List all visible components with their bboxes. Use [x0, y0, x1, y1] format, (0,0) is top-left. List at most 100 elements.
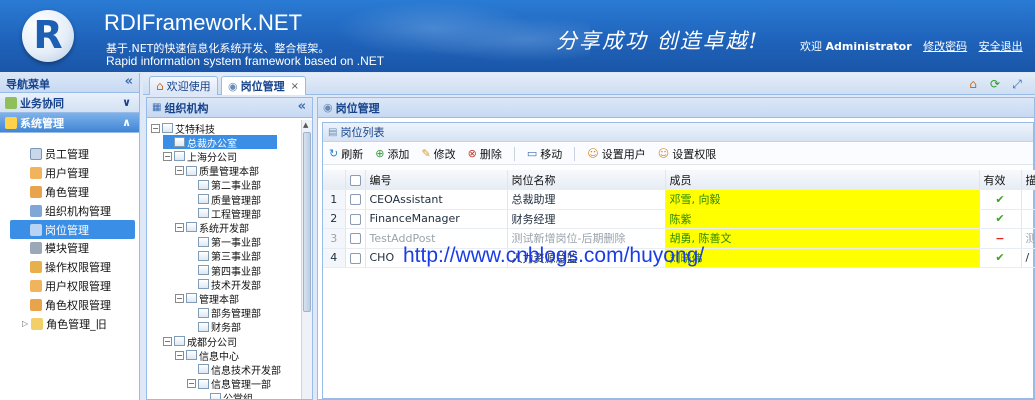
tree-node[interactable]: 质量管理部: [187, 192, 261, 207]
row-checkbox[interactable]: [349, 252, 361, 264]
cell-members: 陈紫: [665, 209, 980, 229]
department-icon: [198, 194, 209, 204]
tree-node[interactable]: − 艾特科技: [151, 121, 215, 136]
refresh-button[interactable]: ↻ 刷新: [329, 146, 363, 162]
row-select[interactable]: [345, 189, 366, 210]
nav-item-module[interactable]: 模块管理: [0, 239, 139, 258]
set-users-button[interactable]: ☺ 设置用户: [587, 146, 645, 162]
post-list-header: ▤ 岗位列表: [323, 123, 1033, 142]
department-icon: [198, 307, 209, 318]
home-icon[interactable]: ⌂: [965, 76, 981, 92]
delete-button[interactable]: ⊗ 删除: [468, 146, 502, 162]
nav-item-org[interactable]: 组织机构管理: [0, 201, 139, 220]
nav-item-role[interactable]: 角色管理: [0, 183, 139, 202]
tree-node[interactable]: − 信息管理一部: [187, 377, 271, 391]
collapse-toggle-icon[interactable]: −: [175, 350, 184, 360]
department-icon: [198, 321, 209, 332]
collapse-toggle-icon[interactable]: −: [175, 166, 184, 176]
column-header-members[interactable]: 成员: [665, 170, 980, 190]
nav-item-operation-permission[interactable]: 操作权限管理: [0, 258, 139, 277]
collapse-toggle-icon[interactable]: −: [151, 123, 160, 133]
nav-item-user[interactable]: 用户管理: [0, 164, 139, 183]
tree-node[interactable]: − 管理本部: [175, 291, 239, 306]
row-checkbox[interactable]: [349, 233, 361, 245]
edit-button[interactable]: ✎ 修改: [421, 146, 455, 162]
column-header-name[interactable]: 岗位名称: [507, 170, 666, 190]
tree-node-label: 财务部: [211, 323, 241, 335]
tree-node[interactable]: 公堂组: [199, 391, 253, 399]
app-header: R RDIFramework.NET 基于.NET的快速信息化系统开发、整合框架…: [0, 0, 1035, 72]
move-button[interactable]: ▭ 移动: [527, 146, 562, 162]
row-checkbox[interactable]: [349, 194, 361, 206]
tree-node[interactable]: 财务部: [187, 320, 241, 334]
nav-item-role-old[interactable]: ▷ 角色管理_旧: [0, 314, 139, 333]
tree-node[interactable]: 第一事业部: [187, 235, 261, 249]
tree-node[interactable]: 第二事业部: [187, 178, 261, 192]
navigation-panel: 导航菜单 « 业务协同 ∨ 系统管理 ∧ 员工管理 用户管理 角色管理 组织机构…: [0, 73, 140, 400]
username: Administrator: [825, 40, 912, 53]
tree-node[interactable]: − 上海分公司: [163, 149, 237, 164]
collapse-toggle-icon[interactable]: −: [175, 222, 184, 232]
close-icon[interactable]: ×: [291, 81, 299, 92]
select-all-header[interactable]: [345, 170, 366, 190]
tree-node[interactable]: 技术开发部: [187, 277, 261, 292]
collapse-toggle-icon[interactable]: −: [175, 293, 184, 303]
tree-node[interactable]: − 信息中心: [175, 348, 239, 363]
collapse-org-button[interactable]: «: [298, 99, 306, 114]
select-all-checkbox[interactable]: [349, 174, 361, 186]
add-button[interactable]: ⊕ 添加: [375, 146, 409, 162]
row-select[interactable]: [345, 209, 366, 229]
button-label: 添加: [387, 147, 410, 161]
scroll-up-icon[interactable]: ▲: [303, 121, 308, 129]
nav-item-employee[interactable]: 员工管理: [0, 145, 139, 164]
nav-item-role-permission[interactable]: 角色权限管理: [0, 295, 139, 314]
tree-node[interactable]: 工程管理部: [187, 206, 261, 221]
nav-title: 导航菜单: [6, 78, 50, 91]
table-row[interactable]: 2 FinanceManager 财务经理 陈紫 ✔: [323, 209, 1035, 229]
tab-post-management[interactable]: ◉ 岗位管理 ×: [221, 76, 306, 95]
fullscreen-icon[interactable]: ⤢: [1009, 76, 1025, 92]
department-icon: [174, 137, 185, 148]
org-tree-scrollbar[interactable]: ▲: [301, 120, 312, 399]
lightning-icon: [5, 116, 17, 129]
tree-node[interactable]: 第三事业部: [187, 249, 261, 263]
nav-item-post[interactable]: 岗位管理: [10, 220, 135, 239]
refresh-icon[interactable]: ⟳: [987, 76, 1003, 92]
collapse-toggle-icon[interactable]: −: [187, 379, 196, 389]
tree-node[interactable]: 信息技术开发部: [187, 362, 281, 377]
row-select[interactable]: [345, 248, 366, 268]
tree-node[interactable]: 第四事业部: [187, 263, 261, 278]
tree-node-label: 工程管理部: [211, 209, 261, 221]
nav-item-label: 角色管理_旧: [46, 317, 107, 331]
tree-node[interactable]: 总裁办公室: [163, 135, 277, 150]
nav-group-system[interactable]: 系统管理 ∧: [0, 113, 139, 133]
nav-item-label: 模块管理: [45, 242, 89, 256]
row-select[interactable]: [345, 228, 366, 249]
column-header-code[interactable]: 编号: [365, 170, 508, 190]
scroll-thumb[interactable]: [303, 132, 311, 312]
change-password-link[interactable]: 修改密码: [923, 40, 967, 53]
org-icon: [174, 336, 185, 346]
collapse-toggle-icon[interactable]: −: [163, 151, 172, 161]
department-icon: [186, 165, 197, 176]
column-header-valid[interactable]: 有效: [979, 170, 1022, 190]
tree-node[interactable]: − 成都分公司: [163, 334, 237, 349]
post-panel-title: 岗位管理: [335, 101, 380, 115]
tree-node[interactable]: − 质量管理本部: [175, 164, 259, 178]
nav-item-user-permission[interactable]: 用户权限管理: [0, 277, 139, 296]
cell-code: CEOAssistant: [365, 189, 508, 210]
table-row[interactable]: 1 CEOAssistant 总裁助理 邓雪, 向毅 ✔: [323, 189, 1035, 210]
collapse-toggle-icon[interactable]: −: [163, 336, 172, 346]
row-checkbox[interactable]: [349, 213, 361, 225]
set-permissions-button[interactable]: ☺ 设置权限: [658, 146, 716, 162]
tree-node-label: 上海分公司: [187, 152, 237, 164]
collapse-nav-button[interactable]: «: [125, 74, 133, 89]
tab-welcome[interactable]: ⌂ 欢迎使用: [149, 76, 218, 95]
post-icon: ◉: [323, 101, 333, 114]
column-header-desc[interactable]: 描: [1021, 170, 1035, 190]
tab-tools: ⌂ ⟳ ⤢: [965, 76, 1025, 92]
tree-node[interactable]: − 系统开发部: [175, 220, 249, 235]
tree-node[interactable]: 部务管理部: [187, 306, 261, 320]
nav-group-business[interactable]: 业务协同 ∨: [0, 93, 139, 113]
logout-link[interactable]: 安全退出: [979, 40, 1023, 53]
